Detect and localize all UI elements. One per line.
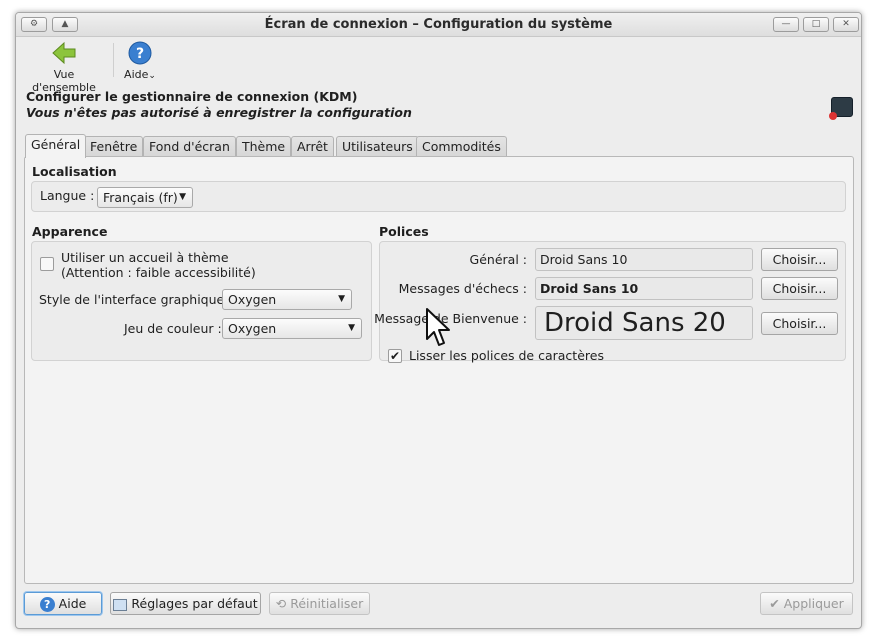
themed-greeter-note: (Attention : faible accessibilité) [61, 265, 256, 280]
tab-theme[interactable]: Thème [236, 136, 292, 157]
failure-font-label: Messages d'échecs : [398, 281, 527, 296]
help-menu-button[interactable]: ? Aide⌄ [122, 41, 158, 81]
chevron-down-icon: ▼ [179, 192, 186, 202]
help-icon: ? [39, 597, 55, 612]
localisation-group: Langue : Français (fr) ▼ [31, 181, 846, 212]
choose-general-font-button[interactable]: Choisir... [761, 248, 838, 271]
help-button[interactable]: ? Aide [24, 592, 102, 615]
close-button[interactable]: ✕ [833, 17, 859, 32]
apply-button-label: Appliquer [783, 596, 844, 611]
language-select[interactable]: Français (fr) ▼ [97, 187, 193, 208]
help-button-label: Aide [58, 596, 87, 611]
permission-notice: Vous n'êtes pas autorisé à enregistrer l… [26, 105, 412, 120]
tab-conveniences[interactable]: Commodités [416, 136, 507, 157]
minimize-button[interactable]: — [773, 17, 799, 32]
language-label: Langue : [40, 188, 95, 203]
welcome-font-field: Droid Sans 20 [535, 306, 753, 340]
chevron-down-icon: ▼ [338, 294, 345, 304]
appearance-title: Apparence [32, 224, 108, 239]
system-settings-window: ⚙ ▲ Écran de connexion – Configuration d… [15, 12, 862, 629]
svg-text:?: ? [136, 46, 144, 62]
help-label: Aide [124, 68, 149, 81]
tab-background[interactable]: Fond d'écran [143, 136, 236, 157]
failure-font-field: Droid Sans 10 [535, 277, 753, 300]
defaults-icon [113, 598, 128, 611]
reset-icon: ⟲ [275, 596, 287, 611]
general-font-label: Général : [469, 252, 527, 267]
overview-button[interactable]: Vue d'ensemble [22, 41, 106, 94]
tab-users[interactable]: Utilisateurs [336, 136, 419, 157]
chevron-down-icon: ▼ [348, 323, 355, 333]
defaults-button[interactable]: Réglages par défaut [110, 592, 261, 615]
tab-shutdown[interactable]: Arrêt [291, 136, 334, 157]
chevron-down-icon: ⌄ [148, 71, 156, 81]
maximize-icon: □ [811, 19, 821, 29]
fonts-title: Polices [379, 224, 429, 239]
kdm-module-icon [829, 97, 853, 120]
color-scheme-value: Oxygen [228, 321, 277, 336]
localisation-title: Localisation [32, 164, 117, 179]
color-scheme-label: Jeu de couleur : [124, 321, 222, 336]
choose-welcome-font-button[interactable]: Choisir... [761, 312, 838, 335]
close-icon: ✕ [842, 19, 850, 29]
maximize-button[interactable]: □ [803, 17, 829, 32]
gui-style-label: Style de l'interface graphique : [39, 292, 233, 307]
page-title: Configurer le gestionnaire de connexion … [26, 89, 358, 104]
mouse-cursor-icon [426, 308, 450, 346]
color-scheme-select[interactable]: Oxygen ▼ [222, 318, 362, 339]
apply-icon: ✔ [769, 596, 780, 611]
reset-button-label: Réinitialiser [290, 596, 364, 611]
themed-greeter-label: Utiliser un accueil à thème [61, 250, 229, 265]
choose-failure-font-button[interactable]: Choisir... [761, 277, 838, 300]
language-value: Français (fr) [103, 190, 178, 205]
defaults-button-label: Réglages par défaut [131, 596, 258, 611]
minimize-icon: — [781, 19, 791, 29]
tab-window[interactable]: Fenêtre [84, 136, 144, 157]
back-arrow-icon [52, 41, 76, 65]
antialias-label: Lisser les polices de caractères [409, 348, 604, 363]
tab-general[interactable]: Général [25, 134, 87, 158]
general-tab-panel: Localisation Langue : Français (fr) ▼ Ap… [24, 156, 854, 584]
gui-style-select[interactable]: Oxygen ▼ [222, 289, 352, 310]
gui-style-value: Oxygen [228, 292, 277, 307]
antialias-checkbox[interactable]: ✔ [388, 349, 402, 363]
themed-greeter-checkbox[interactable] [40, 257, 54, 271]
title-bar[interactable]: ⚙ ▲ Écran de connexion – Configuration d… [16, 13, 861, 37]
apply-button[interactable]: ✔ Appliquer [760, 592, 853, 615]
appearance-group: Utiliser un accueil à thème (Attention :… [31, 241, 372, 361]
toolbar-separator [113, 43, 114, 77]
help-icon: ? [128, 41, 152, 65]
reset-button[interactable]: ⟲ Réinitialiser [269, 592, 370, 615]
general-font-field: Droid Sans 10 [535, 248, 753, 271]
window-title: Écran de connexion – Configuration du sy… [264, 17, 613, 32]
